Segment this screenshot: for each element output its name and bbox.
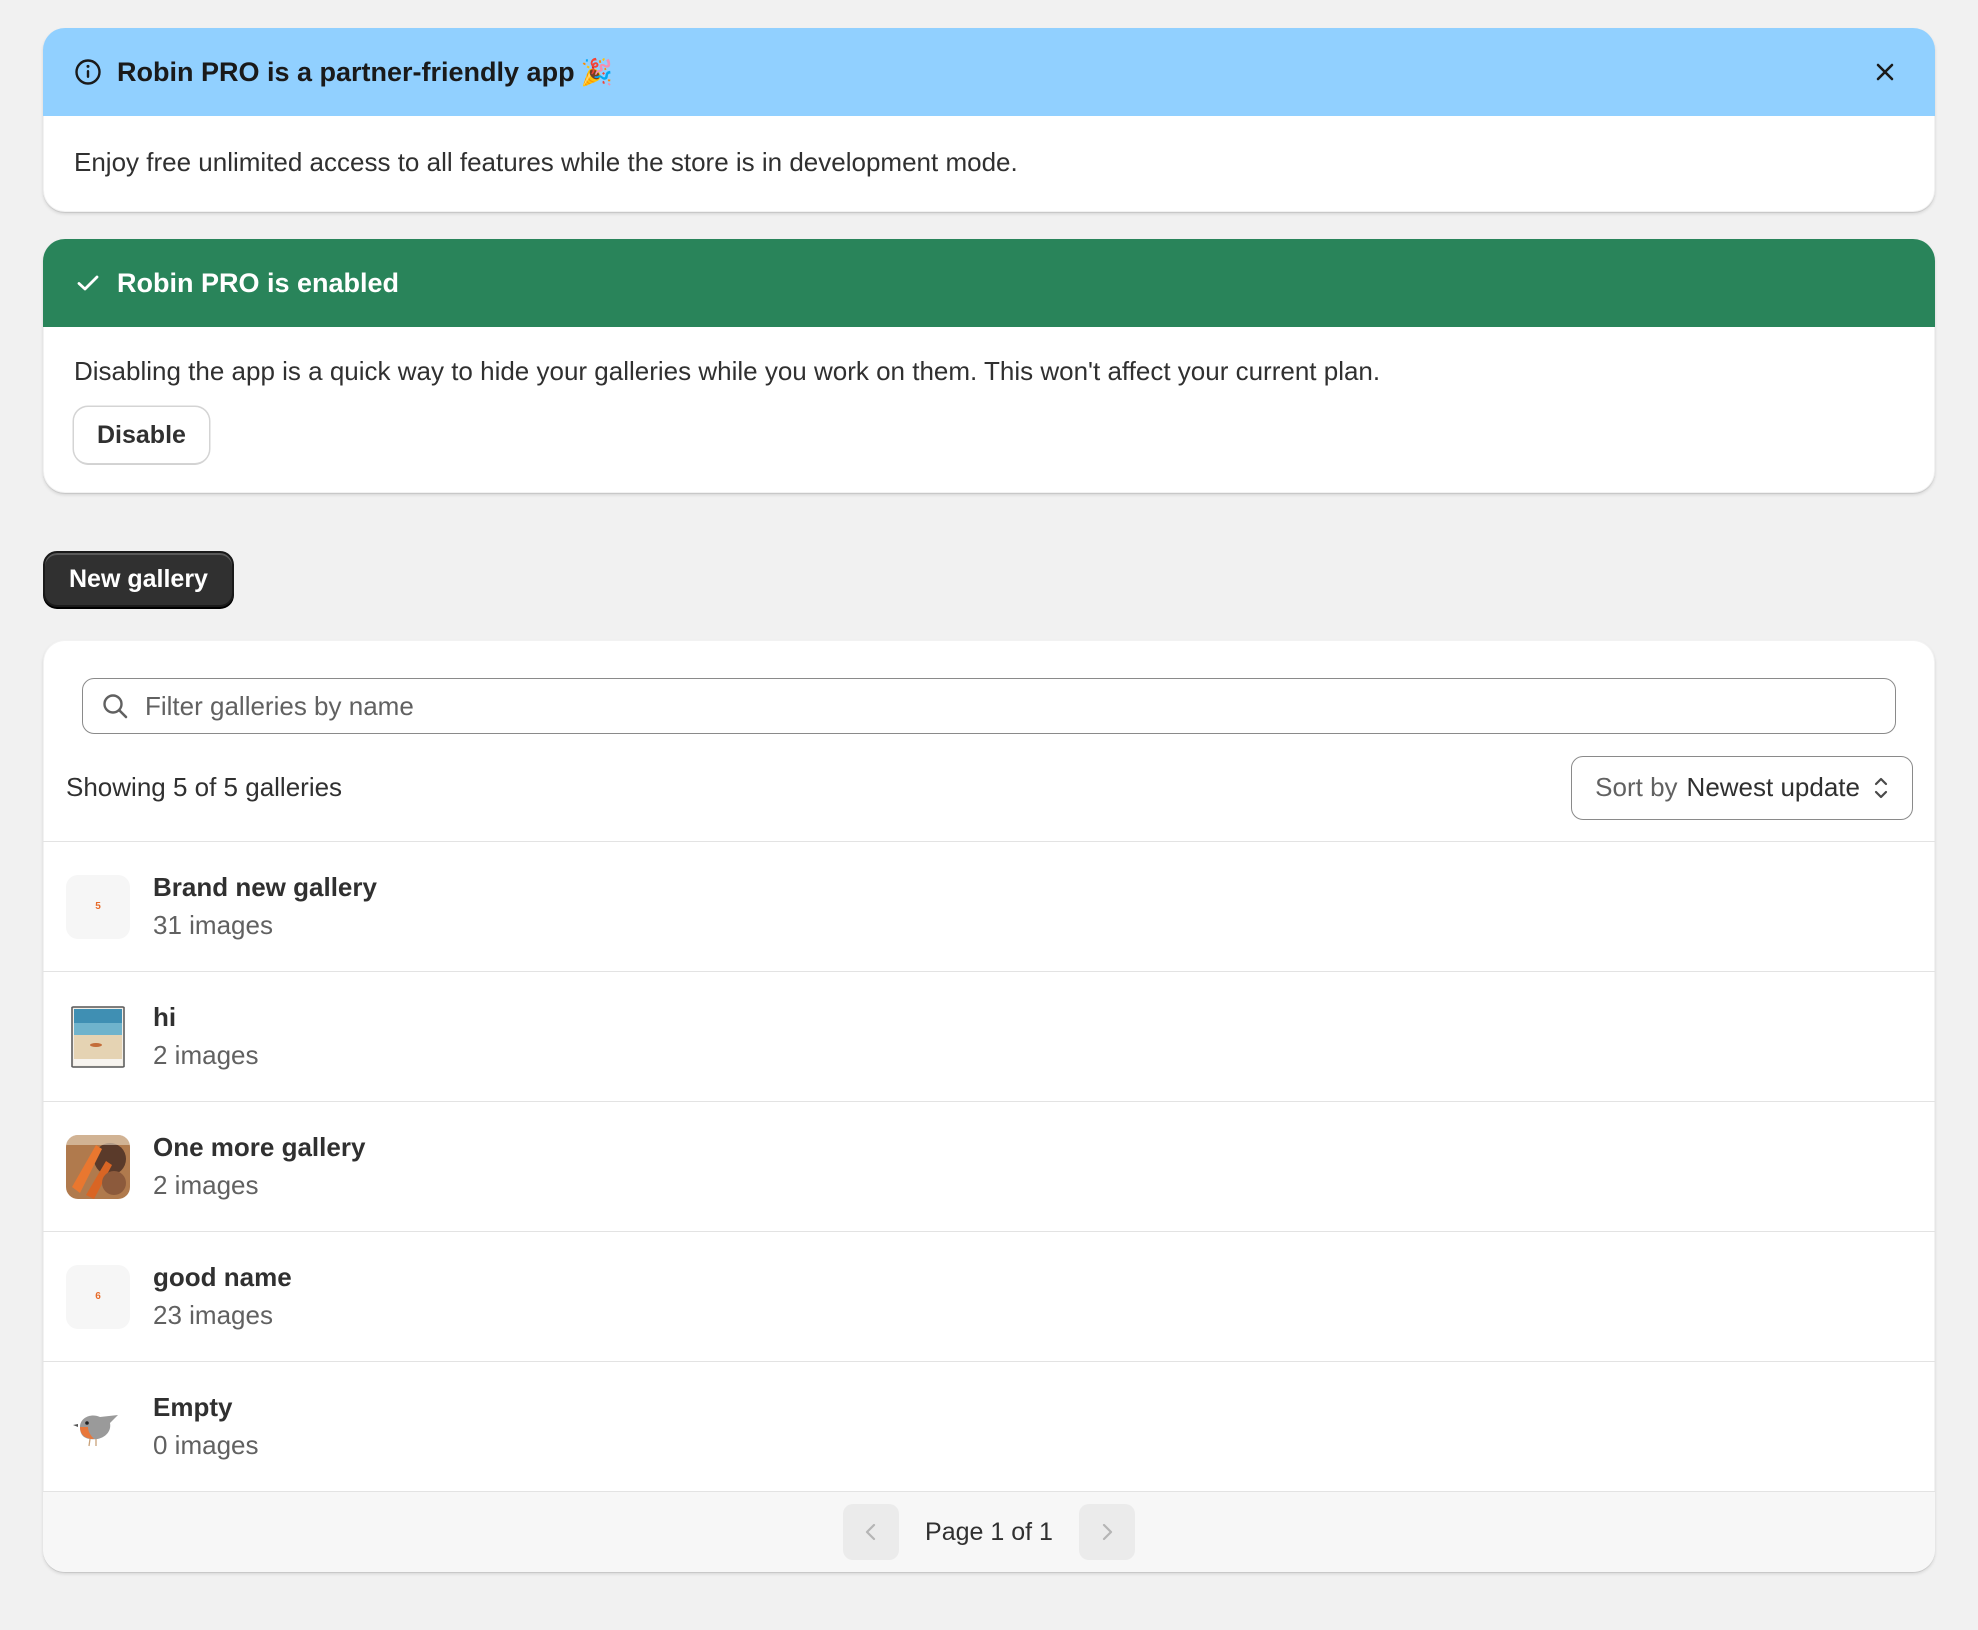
list-toolbar: Showing 5 of 5 galleries Sort by Newest …	[43, 734, 1935, 842]
partner-info-body: Enjoy free unlimited access to all featu…	[74, 147, 1018, 177]
filter-box[interactable]	[82, 678, 1896, 734]
app-status-banner-header: Robin PRO is enabled	[43, 239, 1935, 327]
sort-prefix-label: Sort by	[1595, 772, 1678, 802]
new-gallery-button[interactable]: New gallery	[43, 551, 234, 607]
partner-info-banner: Robin PRO is a partner-friendly app 🎉 En…	[43, 28, 1935, 212]
gallery-image-count: 23 images	[153, 1299, 273, 1330]
previous-page-button[interactable]	[843, 1504, 900, 1560]
app-status-title: Robin PRO is enabled	[117, 267, 400, 298]
pagination: Page 1 of 1	[43, 1492, 1935, 1572]
sort-selected-value: Newest update	[1686, 772, 1860, 802]
gallery-image-count: 0 images	[153, 1429, 259, 1460]
gallery-name: Brand new gallery	[153, 871, 377, 902]
gallery-name: Empty	[153, 1391, 233, 1422]
checkmark-icon	[73, 268, 103, 298]
gallery-row-text: Empty 0 images	[153, 1389, 259, 1465]
gallery-image-count: 2 images	[153, 1169, 259, 1200]
gallery-name: good name	[153, 1261, 292, 1292]
chevron-right-icon	[1102, 1523, 1113, 1541]
gallery-thumbnail-placeholder: 5	[66, 874, 130, 939]
gallery-row[interactable]: Empty 0 images	[43, 1362, 1935, 1492]
gallery-row-text: good name 23 images	[153, 1259, 292, 1335]
info-icon	[73, 57, 103, 87]
food-photo-thumbnail	[66, 1134, 130, 1199]
next-page-button[interactable]	[1078, 1504, 1135, 1560]
gallery-row[interactable]: One more gallery 2 images	[43, 1102, 1935, 1232]
gallery-row-text: hi 2 images	[153, 999, 259, 1075]
page: Robin PRO is a partner-friendly app 🎉 En…	[0, 0, 1978, 1630]
app-status-banner: Robin PRO is enabled Disabling the app i…	[43, 239, 1935, 493]
gallery-row[interactable]: hi 2 images	[43, 972, 1935, 1102]
app-status-body: Disabling the app is a quick way to hide…	[43, 327, 1935, 493]
chevron-left-icon	[865, 1523, 876, 1541]
beach-photo-thumbnail	[66, 1005, 130, 1069]
filter-wrap	[43, 640, 1935, 734]
partner-info-title: Robin PRO is a partner-friendly app	[117, 56, 575, 87]
robin-bird-icon	[66, 1395, 130, 1459]
gallery-image-count: 31 images	[153, 909, 273, 940]
dismiss-banner-button[interactable]	[1865, 52, 1905, 92]
party-emoji: 🎉	[580, 56, 613, 87]
gallery-row-text: Brand new gallery 31 images	[153, 869, 377, 945]
gallery-name: hi	[153, 1001, 177, 1032]
sort-select[interactable]: Sort by Newest update	[1571, 755, 1913, 820]
disable-app-button[interactable]: Disable	[74, 407, 209, 463]
gallery-row-text: One more gallery 2 images	[153, 1129, 365, 1205]
search-icon	[101, 691, 131, 721]
gallery-count-summary: Showing 5 of 5 galleries	[66, 772, 343, 802]
gallery-row[interactable]: 6 good name 23 images	[43, 1232, 1935, 1362]
gallery-thumbnail-placeholder: 6	[66, 1264, 130, 1329]
close-icon	[1876, 63, 1894, 81]
select-chevrons-icon	[1872, 773, 1892, 803]
gallery-image-count: 2 images	[153, 1039, 259, 1070]
gallery-row[interactable]: 5 Brand new gallery 31 images	[43, 842, 1935, 972]
partner-info-banner-header: Robin PRO is a partner-friendly app 🎉	[43, 28, 1935, 116]
gallery-list-card: Showing 5 of 5 galleries Sort by Newest …	[43, 640, 1935, 1572]
app-status-description: Disabling the app is a quick way to hide…	[74, 356, 1381, 386]
page-indicator: Page 1 of 1	[925, 1517, 1053, 1546]
partner-info-title-wrap: Robin PRO is a partner-friendly app 🎉	[117, 57, 1865, 88]
gallery-name: One more gallery	[153, 1131, 366, 1162]
filter-galleries-input[interactable]	[145, 690, 1877, 722]
